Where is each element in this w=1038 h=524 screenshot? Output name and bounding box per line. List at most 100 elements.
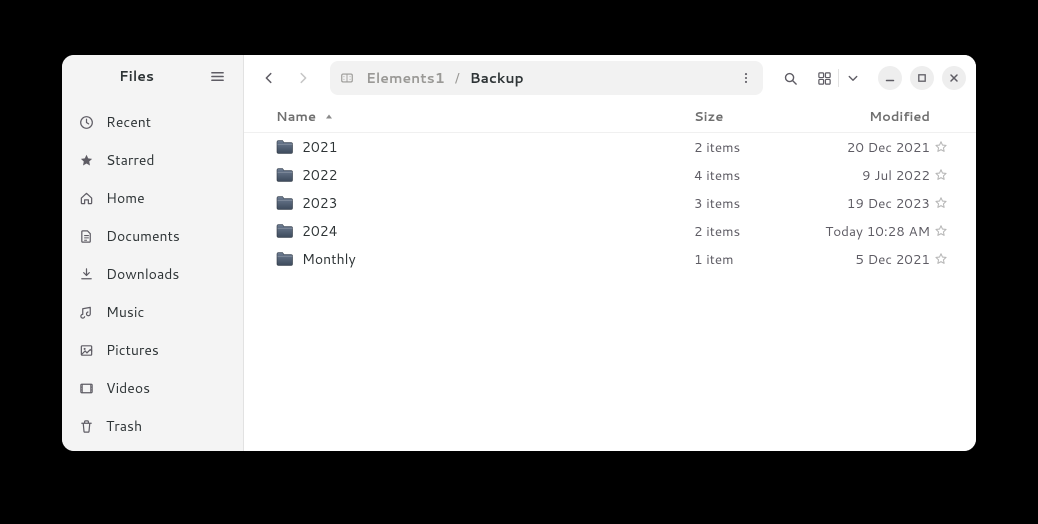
music-icon <box>78 304 94 320</box>
sidebar-item-starred[interactable]: Starred <box>70 141 235 179</box>
file-size: 2 items <box>694 222 794 241</box>
folder-icon <box>276 139 294 155</box>
trash-icon <box>78 418 94 434</box>
columns-header: Name Size Modified <box>244 101 976 133</box>
divider <box>838 69 839 87</box>
star-button[interactable] <box>934 140 962 154</box>
search-icon <box>783 71 798 86</box>
file-name: 2024 <box>302 221 694 241</box>
sidebar-item-videos[interactable]: Videos <box>70 369 235 407</box>
file-size: 1 item <box>694 250 794 269</box>
star-outline-icon <box>934 196 948 210</box>
back-button[interactable] <box>254 63 284 93</box>
sidebar-item-downloads[interactable]: Downloads <box>70 255 235 293</box>
star-button[interactable] <box>934 252 962 266</box>
content-area: Name Size Modified 2021 2 items 20 Dec 2… <box>244 101 976 451</box>
file-name: 2022 <box>302 165 694 185</box>
sidebar-item-label: Recent <box>106 112 151 132</box>
close-button[interactable] <box>942 66 966 90</box>
sidebar-item-label: Videos <box>106 378 150 398</box>
star-icon <box>78 152 94 168</box>
table-row[interactable]: 2022 4 items 9 Jul 2022 <box>244 161 976 189</box>
view-dropdown-button[interactable] <box>840 63 866 93</box>
file-list: 2021 2 items 20 Dec 2021 2022 4 items 9 … <box>244 133 976 273</box>
column-header-size[interactable]: Size <box>694 108 794 126</box>
folder-icon <box>276 251 294 267</box>
breadcrumb-current[interactable]: Backup <box>466 68 528 88</box>
sidebar-item-music[interactable]: Music <box>70 293 235 331</box>
column-header-name[interactable]: Name <box>276 108 694 126</box>
sidebar-item-trash[interactable]: Trash <box>70 407 235 445</box>
sidebar-item-home[interactable]: Home <box>70 179 235 217</box>
breadcrumb-separator: / <box>449 68 466 88</box>
kebab-icon <box>739 71 753 85</box>
app-title: Files <box>76 66 197 86</box>
maximize-icon <box>917 73 927 83</box>
view-mode-buttons <box>811 63 866 93</box>
sidebar-item-label: Music <box>106 302 144 322</box>
file-size: 2 items <box>694 138 794 157</box>
chevron-right-icon <box>296 71 310 85</box>
star-button[interactable] <box>934 168 962 182</box>
sidebar-menu-button[interactable] <box>205 64 229 88</box>
videos-icon <box>78 380 94 396</box>
sidebar-item-recent[interactable]: Recent <box>70 103 235 141</box>
file-name: Monthly <box>302 249 694 269</box>
file-modified: 5 Dec 2021 <box>794 250 934 269</box>
file-modified: 19 Dec 2023 <box>794 194 934 213</box>
downloads-icon <box>78 266 94 282</box>
home-icon <box>78 190 94 206</box>
column-header-modified[interactable]: Modified <box>794 108 934 126</box>
documents-icon <box>78 228 94 244</box>
folder-icon <box>276 195 294 211</box>
star-outline-icon <box>934 168 948 182</box>
main-area: Elements1 / Backup <box>244 55 976 451</box>
pathbar-menu-button[interactable] <box>735 67 757 89</box>
sort-asc-icon <box>324 112 334 122</box>
file-manager-window: Files Recent Starred <box>62 55 976 451</box>
search-button[interactable] <box>775 63 805 93</box>
sidebar-header: Files <box>62 55 243 97</box>
sidebar-item-label: Trash <box>106 416 142 436</box>
grid-icon <box>817 71 832 86</box>
sidebar-item-pictures[interactable]: Pictures <box>70 331 235 369</box>
menu-icon <box>210 69 225 84</box>
clock-icon <box>78 114 94 130</box>
file-name: 2021 <box>302 137 694 157</box>
sidebar-item-documents[interactable]: Documents <box>70 217 235 255</box>
headerbar: Elements1 / Backup <box>244 55 976 101</box>
window-controls <box>878 66 966 90</box>
table-row[interactable]: 2021 2 items 20 Dec 2021 <box>244 133 976 161</box>
file-size: 3 items <box>694 194 794 213</box>
chevron-down-icon <box>847 72 859 84</box>
maximize-button[interactable] <box>910 66 934 90</box>
file-name: 2023 <box>302 193 694 213</box>
folder-icon <box>276 167 294 183</box>
sidebar: Files Recent Starred <box>62 55 244 451</box>
file-size: 4 items <box>694 166 794 185</box>
grid-view-button[interactable] <box>811 63 837 93</box>
star-button[interactable] <box>934 224 962 238</box>
pictures-icon <box>78 342 94 358</box>
breadcrumb-root[interactable]: Elements1 <box>362 68 449 88</box>
minimize-button[interactable] <box>878 66 902 90</box>
folder-icon <box>276 223 294 239</box>
star-outline-icon <box>934 224 948 238</box>
pathbar[interactable]: Elements1 / Backup <box>330 61 763 95</box>
star-outline-icon <box>934 140 948 154</box>
nav-buttons <box>254 63 318 93</box>
table-row[interactable]: Monthly 1 item 5 Dec 2021 <box>244 245 976 273</box>
file-modified: Today 10:28 AM <box>794 222 934 241</box>
drive-icon <box>340 70 356 86</box>
minimize-icon <box>885 73 895 83</box>
star-button[interactable] <box>934 196 962 210</box>
sidebar-list: Recent Starred Home Documents <box>62 97 243 451</box>
table-row[interactable]: 2024 2 items Today 10:28 AM <box>244 217 976 245</box>
sidebar-item-label: Documents <box>106 226 180 246</box>
sidebar-item-label: Downloads <box>106 264 179 284</box>
forward-button[interactable] <box>288 63 318 93</box>
file-modified: 9 Jul 2022 <box>794 166 934 185</box>
table-row[interactable]: 2023 3 items 19 Dec 2023 <box>244 189 976 217</box>
file-modified: 20 Dec 2021 <box>794 138 934 157</box>
sidebar-item-label: Starred <box>106 150 155 170</box>
